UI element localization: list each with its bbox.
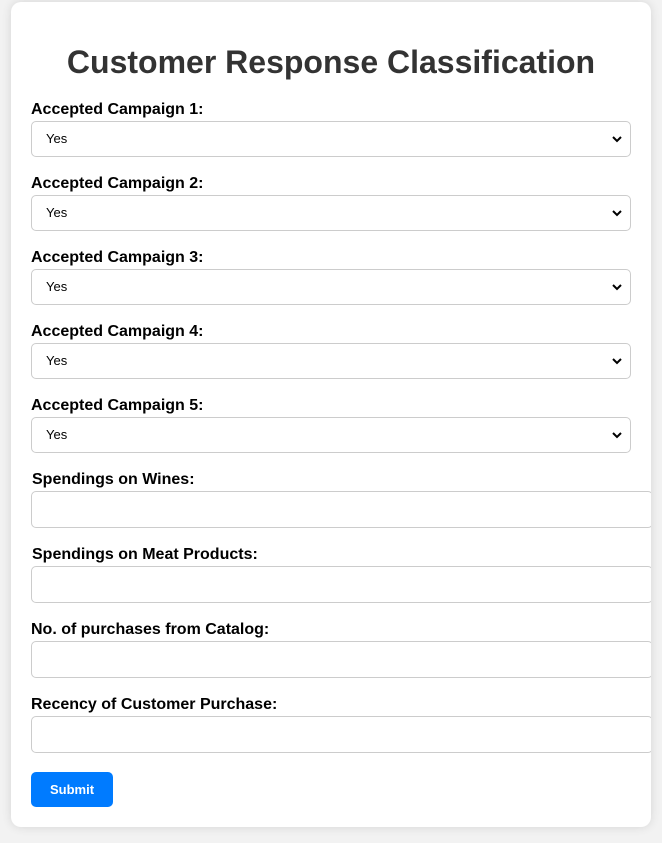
catalog-input[interactable]	[31, 641, 651, 678]
campaign-5-label: Accepted Campaign 5:	[31, 397, 204, 414]
catalog-label: No. of purchases from Catalog:	[31, 621, 270, 638]
field-campaign-3: Accepted Campaign 3: Yes	[31, 249, 631, 305]
meat-input[interactable]	[31, 566, 651, 603]
campaign-1-value: Yes	[46, 131, 68, 146]
field-campaign-5: Accepted Campaign 5: Yes	[31, 397, 631, 453]
campaign-4-label: Accepted Campaign 4:	[31, 323, 204, 340]
chevron-down-icon	[612, 432, 622, 439]
chevron-down-icon	[612, 136, 622, 143]
chevron-down-icon	[612, 284, 622, 291]
field-campaign-1: Accepted Campaign 1: Yes	[31, 101, 631, 157]
recency-label: Recency of Customer Purchase:	[31, 696, 278, 713]
campaign-3-value: Yes	[46, 279, 68, 294]
field-recency: Recency of Customer Purchase:	[31, 696, 651, 753]
campaign-2-label: Accepted Campaign 2:	[31, 175, 204, 192]
submit-button[interactable]: Submit	[31, 772, 113, 807]
field-campaign-2: Accepted Campaign 2: Yes	[31, 175, 631, 231]
campaign-2-select[interactable]: Yes	[31, 195, 631, 231]
meat-label: Spendings on Meat Products:	[32, 546, 258, 563]
campaign-2-value: Yes	[46, 205, 68, 220]
wines-label: Spendings on Wines:	[32, 471, 195, 488]
campaign-5-value: Yes	[46, 427, 68, 442]
field-campaign-4: Accepted Campaign 4: Yes	[31, 323, 631, 379]
campaign-3-label: Accepted Campaign 3:	[31, 249, 204, 266]
chevron-down-icon	[612, 358, 622, 365]
campaign-5-select[interactable]: Yes	[31, 417, 631, 453]
field-wines: Spendings on Wines:	[31, 471, 651, 528]
recency-input[interactable]	[31, 716, 651, 753]
chevron-down-icon	[612, 210, 622, 217]
campaign-3-select[interactable]: Yes	[31, 269, 631, 305]
campaign-4-select[interactable]: Yes	[31, 343, 631, 379]
field-catalog: No. of purchases from Catalog:	[31, 621, 651, 678]
campaign-1-label: Accepted Campaign 1:	[31, 101, 204, 118]
wines-input[interactable]	[31, 491, 651, 528]
form-card: Customer Response Classification Accepte…	[11, 2, 651, 827]
field-meat: Spendings on Meat Products:	[31, 546, 651, 603]
campaign-4-value: Yes	[46, 353, 68, 368]
page-title: Customer Response Classification	[66, 44, 596, 80]
campaign-1-select[interactable]: Yes	[31, 121, 631, 157]
